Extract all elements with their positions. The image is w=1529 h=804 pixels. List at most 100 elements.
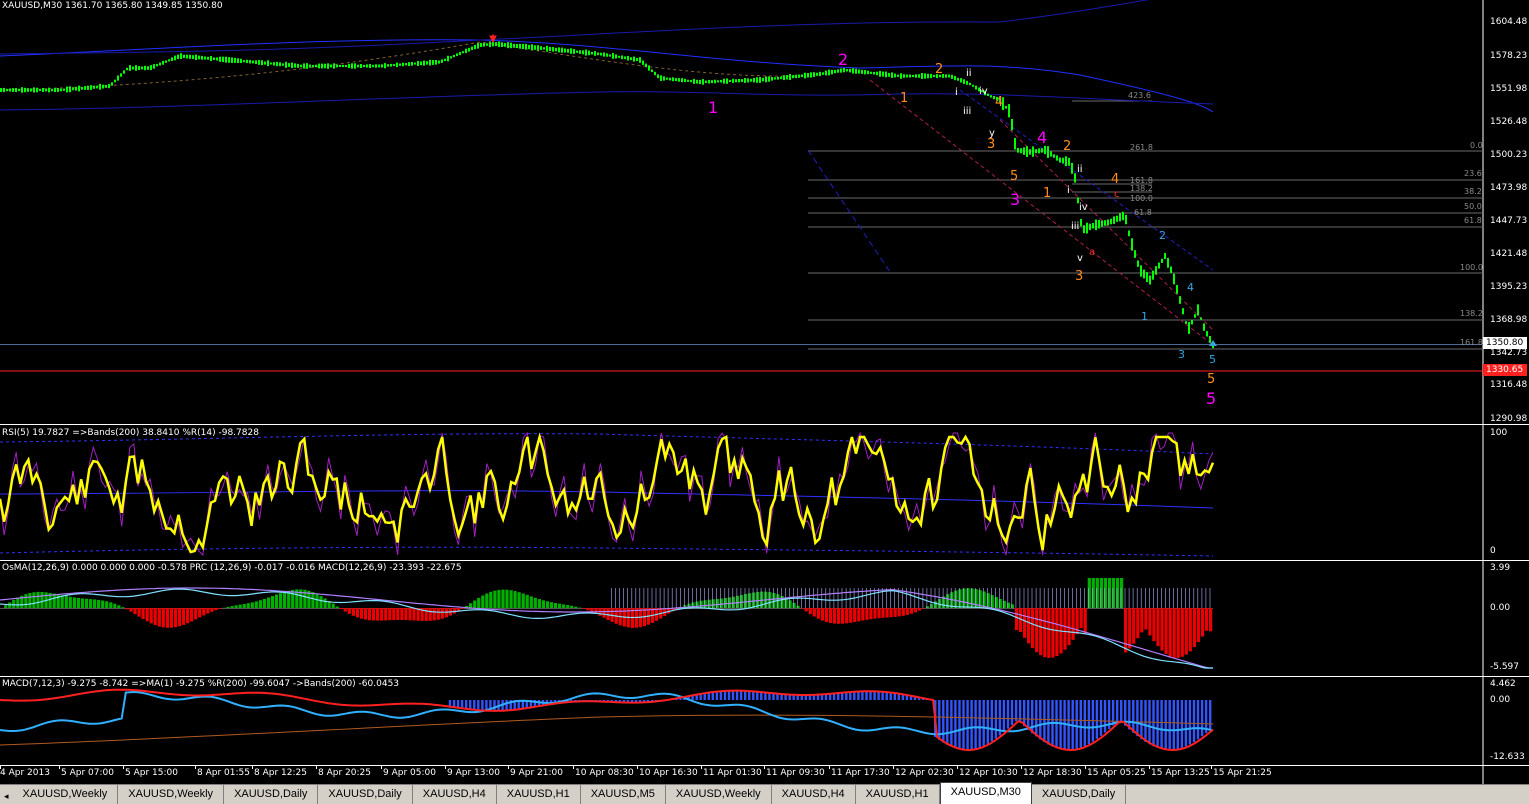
tab-xauusd-h4[interactable]: XAUUSD,H4 xyxy=(413,785,497,804)
wave-label: 5 xyxy=(1010,169,1019,184)
osma-bar xyxy=(367,608,372,621)
candle xyxy=(681,78,683,83)
candle xyxy=(33,87,35,93)
osma-bar xyxy=(161,608,165,628)
tab-xauusd-daily[interactable]: XAUUSD,Daily xyxy=(224,785,319,804)
candle xyxy=(849,68,851,73)
tab-xauusd-weekly[interactable]: XAUUSD,Weekly xyxy=(13,785,119,804)
price-axis-label: 1316.48 xyxy=(1490,380,1528,390)
candle xyxy=(240,58,242,63)
candle xyxy=(204,56,206,60)
osma-bar xyxy=(537,599,541,608)
macd-bar xyxy=(986,700,989,744)
time-axis-label: 5 Apr 15:00 xyxy=(125,768,178,778)
candle xyxy=(777,76,779,80)
tab-xauusd-daily[interactable]: XAUUSD,Daily xyxy=(318,785,413,804)
candle xyxy=(900,73,902,79)
candle xyxy=(78,85,80,92)
fib-level-label: 261.8 xyxy=(1130,143,1153,152)
candle xyxy=(303,63,305,69)
candle xyxy=(1035,149,1037,154)
candle xyxy=(120,73,122,77)
osma-bar xyxy=(246,603,250,608)
tab-xauusd-m30[interactable]: XAUUSD,M30 xyxy=(939,782,1032,804)
candle xyxy=(1032,146,1034,157)
candle xyxy=(1086,222,1088,234)
candle xyxy=(171,57,173,61)
osma-bar xyxy=(788,600,792,608)
wave-label: 1 xyxy=(708,98,719,117)
fib-level-label: 23.6 xyxy=(1464,169,1482,178)
tab-xauusd-h1[interactable]: XAUUSD,H1 xyxy=(497,785,581,804)
osma-bar xyxy=(877,608,881,619)
candle xyxy=(1005,105,1007,109)
fib-level-label: 61.8 xyxy=(1134,208,1152,217)
chart-tabs-bar: ◂ XAUUSD,Weekly XAUUSD,Weekly XAUUSD,Daily X… xyxy=(0,782,1529,804)
candle xyxy=(396,62,398,68)
candle xyxy=(1176,285,1178,294)
candle xyxy=(498,41,500,48)
candle xyxy=(1197,304,1199,316)
candle xyxy=(1041,148,1043,153)
tab-xauusd-weekly[interactable]: XAUUSD,Weekly xyxy=(666,785,772,804)
tab-xauusd-h1[interactable]: XAUUSD,H1 xyxy=(856,785,940,804)
candle xyxy=(1152,270,1154,280)
macd-bar xyxy=(1200,700,1204,737)
candle xyxy=(300,64,302,68)
osma-bar xyxy=(703,600,707,608)
fib-level-label: 138.2 xyxy=(1460,309,1483,318)
osma-bar xyxy=(990,595,994,608)
tab-xauusd-m5[interactable]: XAUUSD,M5 xyxy=(581,785,666,804)
candle xyxy=(501,42,503,47)
candle xyxy=(1020,148,1022,154)
candle xyxy=(861,69,863,74)
candle xyxy=(309,64,311,68)
macd-bar xyxy=(1010,700,1014,725)
candle xyxy=(273,62,275,66)
macd-bar xyxy=(966,700,969,750)
osma-bar xyxy=(311,592,315,608)
candle xyxy=(1017,148,1019,153)
candle xyxy=(51,88,53,92)
candle xyxy=(690,80,692,83)
macd-bar xyxy=(885,692,888,700)
candle xyxy=(1188,322,1190,334)
osma-bar xyxy=(804,608,808,612)
candle xyxy=(447,55,449,62)
candle xyxy=(963,79,965,84)
candle xyxy=(909,74,911,78)
candle xyxy=(879,71,881,77)
candle xyxy=(699,79,701,85)
wave-label: a xyxy=(1089,247,1096,258)
candle xyxy=(765,76,767,83)
candle xyxy=(1119,213,1121,222)
candle xyxy=(546,45,548,52)
price-axis-label: 1290.98 xyxy=(1490,414,1528,424)
macd-bar xyxy=(1055,700,1058,749)
osma-bar xyxy=(711,599,715,608)
fib-level-label: 0.0 xyxy=(1470,141,1483,150)
tab-xauusd-daily[interactable]: XAUUSD,Daily xyxy=(1032,785,1127,804)
candle xyxy=(798,74,800,78)
fib-level-label: 50.0 xyxy=(1464,202,1482,211)
candle xyxy=(1125,214,1127,225)
osma-bar xyxy=(545,601,550,608)
osma-bar xyxy=(1168,608,1172,657)
candle xyxy=(342,64,344,68)
osma-bar xyxy=(1152,608,1156,642)
candle xyxy=(357,64,359,68)
osma-bar xyxy=(384,608,388,621)
osma-bar xyxy=(60,595,64,608)
chart-canvas[interactable] xyxy=(0,0,1529,784)
tab-xauusd-h4[interactable]: XAUUSD,H4 xyxy=(772,785,856,804)
osma-bar xyxy=(925,606,930,608)
time-axis-label: 11 Apr 09:30 xyxy=(766,768,825,778)
tab-scroll-left-icon[interactable]: ◂ xyxy=(0,790,13,804)
macd-bar xyxy=(739,690,743,700)
tab-xauusd-weekly[interactable]: XAUUSD,Weekly xyxy=(118,785,225,804)
candle xyxy=(153,64,155,69)
candle xyxy=(1185,321,1187,324)
osma-bar xyxy=(238,604,242,608)
candle xyxy=(198,55,200,60)
osma-bar xyxy=(145,608,149,622)
